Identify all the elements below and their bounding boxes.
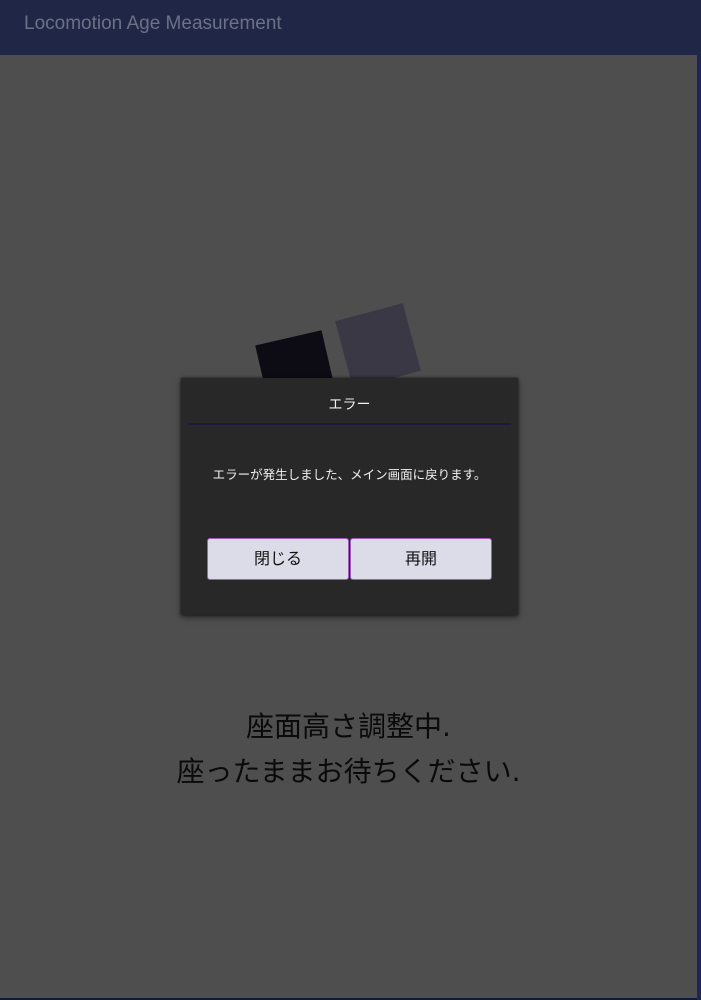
dialog-divider — [188, 423, 511, 425]
status-message-line-1: 座面高さ調整中. — [246, 710, 451, 743]
app-bar: Locomotion Age Measurement — [0, 0, 701, 55]
loading-square-light — [335, 303, 421, 389]
error-dialog: エラー エラーが発生しました、メイン画面に戻ります。 閉じる 再開 — [181, 378, 518, 615]
close-button[interactable]: 閉じる — [207, 538, 349, 580]
app-title: Locomotion Age Measurement — [24, 13, 282, 34]
resume-button[interactable]: 再開 — [350, 538, 492, 580]
window-edge — [697, 55, 701, 1000]
dialog-message: エラーが発生しました、メイン画面に戻ります。 — [212, 467, 487, 482]
dialog-title: エラー — [328, 397, 371, 413]
status-message-line-2: 座ったままお待ちください. — [176, 755, 521, 788]
